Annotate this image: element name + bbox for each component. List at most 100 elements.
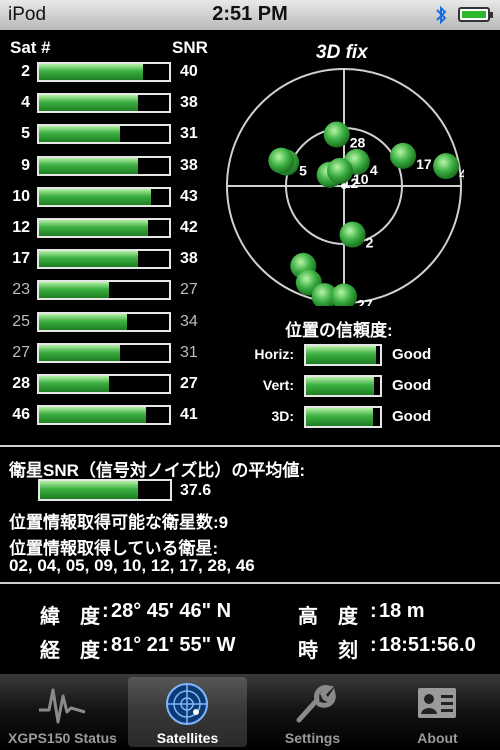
time-sep: : <box>370 634 377 656</box>
wrench-icon <box>296 685 336 723</box>
sat-row: 27 31 <box>0 342 210 365</box>
latitude-sep: : <box>102 600 109 622</box>
confidence-row: Horiz: Good <box>240 344 500 366</box>
snr-bar <box>37 280 171 301</box>
longitude-label: 経 度 <box>40 640 100 662</box>
snr-value: 34 <box>180 312 198 330</box>
confidence-label: 3D: <box>271 408 294 424</box>
satellite-dot <box>390 142 417 169</box>
sat-number: 2 <box>21 63 30 80</box>
confidence-value: Good <box>392 377 432 394</box>
snr-value: 40 <box>180 63 198 80</box>
tab-label: Satellites <box>156 730 219 746</box>
divider-1 <box>0 445 500 447</box>
sat-row: 12 42 <box>0 218 210 240</box>
confidence-bar <box>304 375 382 397</box>
sat-row: 4 38 <box>0 93 210 115</box>
snr-bar <box>37 62 171 82</box>
snr-bar <box>37 93 171 114</box>
satellite-label: 5 <box>299 163 307 179</box>
snr-bar <box>37 342 171 363</box>
satellite-dot <box>433 153 460 180</box>
sky-satellite: 27 <box>331 283 373 306</box>
snr-header: SNR <box>172 38 208 57</box>
snr-value: 41 <box>180 406 198 424</box>
confidence-value: Good <box>392 346 432 363</box>
satellite-label: 4 <box>370 162 378 178</box>
satellite-label: 28 <box>350 135 366 151</box>
satellite-dot <box>331 283 357 306</box>
sat-number: 28 <box>12 375 30 392</box>
confidence-bar <box>304 406 382 428</box>
snr-bar <box>37 124 171 145</box>
sat-number: 10 <box>12 187 30 205</box>
status-bar: iPod 2:51 PM <box>0 0 500 30</box>
snr-bar <box>37 405 171 426</box>
sat-row: 9 38 <box>0 155 210 178</box>
tab-satellites[interactable]: Satellites <box>125 674 250 750</box>
snr-bar <box>37 155 171 176</box>
tab-xgps150-status[interactable]: XGPS150 Status <box>0 674 125 750</box>
confidence-value: Good <box>392 408 432 425</box>
sat-number: 23 <box>12 281 30 299</box>
tab-label: About <box>417 730 458 746</box>
confidence-label: Vert: <box>262 377 294 393</box>
altitude-value: 18 m <box>379 600 425 622</box>
confidence-bar <box>304 344 382 366</box>
snr-value: 38 <box>180 156 198 174</box>
battery-icon <box>458 7 493 22</box>
satellite-dot <box>339 221 366 248</box>
snr-bar <box>37 218 171 238</box>
tab-settings[interactable]: Settings <box>250 674 375 750</box>
sat-number: 5 <box>21 125 30 143</box>
snr-bar <box>37 249 171 270</box>
confidence-label: Horiz: <box>254 346 294 362</box>
fix-status-label: 3D fix <box>316 42 368 63</box>
snr-value: 31 <box>180 343 198 361</box>
tab-bar: XGPS150 Status Satellites Settings About <box>0 674 500 750</box>
snr-value: 27 <box>180 375 198 392</box>
sat-number: 4 <box>21 94 30 112</box>
avg-snr-label: 衛星SNR（信号対ノイズ比）の平均値: <box>9 461 306 480</box>
satellite-label: 17 <box>416 156 432 172</box>
sat-row: 10 43 <box>0 186 210 209</box>
latitude-label: 緯 度 <box>40 606 100 628</box>
satellite-dot <box>323 121 350 148</box>
contact-card-icon <box>418 688 456 718</box>
confidence-title: 位置の信頼度: <box>285 321 393 340</box>
divider-2 <box>0 582 500 584</box>
confidence-row: Vert: Good <box>240 375 500 397</box>
satellite-dot <box>268 147 295 174</box>
pulse-icon <box>39 688 86 724</box>
tab-about[interactable]: About <box>375 674 500 750</box>
longitude-value: 81° 21' 55" W <box>111 634 236 656</box>
avg-snr-bar <box>38 479 172 501</box>
snr-value: 27 <box>180 281 198 299</box>
latitude-value: 28° 45' 46" N <box>111 600 232 622</box>
altitude-label: 高 度 <box>298 606 358 628</box>
longitude-sep: : <box>102 634 109 656</box>
avg-snr-value: 37.6 <box>180 482 212 499</box>
snr-bar <box>37 186 171 207</box>
sat-number: 17 <box>12 250 30 268</box>
satellite-dot <box>326 157 353 184</box>
sat-number-header: Sat # <box>10 38 51 57</box>
radar-icon <box>166 683 208 725</box>
snr-bar <box>37 374 171 394</box>
snr-value: 38 <box>180 250 198 268</box>
sky-plot: 28512410174622327 <box>226 68 464 306</box>
satellite-label: 2 <box>366 235 374 251</box>
sky-satellites: 28512410174622327 <box>268 121 464 306</box>
confidence-row: 3D: Good <box>240 406 500 428</box>
snr-value: 42 <box>180 219 198 236</box>
available-sats-count: 9 <box>218 513 229 532</box>
time-label: 時 刻 <box>298 640 358 662</box>
status-time: 2:51 PM <box>212 3 288 25</box>
tab-label: XGPS150 Status <box>8 730 117 746</box>
available-sats-label: 位置情報取得可能な衛星数: <box>9 513 219 532</box>
sat-number: 25 <box>12 312 30 330</box>
sat-number: 9 <box>21 156 30 174</box>
sat-number: 46 <box>12 406 30 424</box>
snr-value: 38 <box>180 94 198 112</box>
altitude-sep: : <box>370 600 377 622</box>
